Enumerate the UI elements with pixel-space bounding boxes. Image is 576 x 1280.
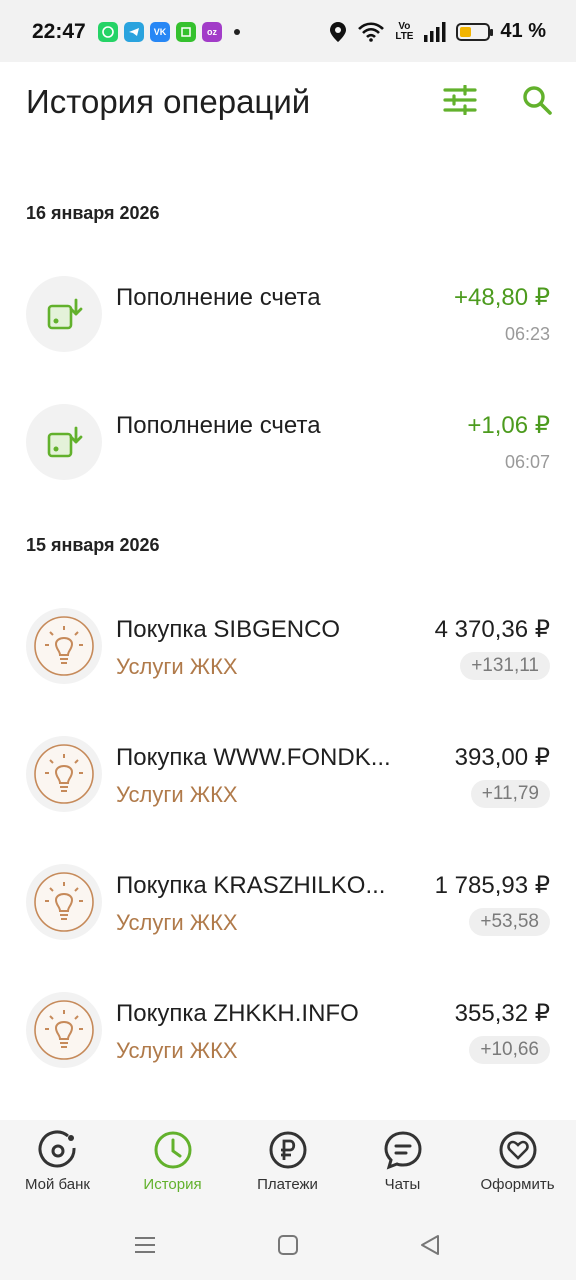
- page-title: История операций: [26, 83, 311, 120]
- filter-sliders-icon: [443, 85, 477, 115]
- transaction-title: Покупка SIBGENCO: [116, 616, 341, 643]
- nav-label: Платежи: [257, 1176, 318, 1193]
- status-bar: 22:47 VK oz Vo LTE 41 %: [0, 0, 576, 62]
- heart-icon: [498, 1130, 538, 1170]
- cashback-badge: +53,58: [469, 908, 550, 936]
- transaction-title: Пополнение счета: [116, 412, 321, 439]
- cashback-badge: +10,66: [469, 1036, 550, 1064]
- nav-label: Чаты: [384, 1176, 421, 1193]
- ozon-icon: oz: [202, 22, 222, 42]
- app-green-icon: [176, 22, 196, 42]
- signal-icon: [424, 21, 446, 42]
- home-square-icon: [278, 1235, 298, 1255]
- transaction-category: Услуги ЖКХ: [116, 1038, 238, 1063]
- lightbulb-icon: [34, 616, 94, 676]
- transaction-avatar: [26, 736, 102, 812]
- transaction-avatar: [26, 864, 102, 940]
- nav-label: История: [143, 1176, 202, 1193]
- transaction-row[interactable]: Покупка KRASZHILKO... Услуги ЖКХ 1 785,9…: [0, 864, 576, 964]
- date-header: 15 января 2026: [26, 535, 160, 555]
- battery-percent: 41 %: [500, 20, 546, 42]
- my-bank-icon: [38, 1130, 78, 1170]
- transaction-amount: +1,06 ₽: [467, 412, 550, 439]
- more-notifications-dot: [234, 29, 240, 35]
- telegram-icon: [124, 22, 144, 42]
- vk-icon: VK: [150, 22, 170, 42]
- search-icon: [523, 86, 552, 115]
- notification-icons: VK oz: [98, 22, 240, 42]
- transaction-row[interactable]: Покупка WWW.FONDK... Услуги ЖКХ 393,00 ₽…: [0, 736, 576, 836]
- bottom-nav: Мой банк История Платежи Чаты Оформить: [0, 1120, 576, 1210]
- back-button[interactable]: [415, 1230, 445, 1260]
- nav-label: Оформить: [480, 1176, 555, 1193]
- transaction-amount: +48,80 ₽: [453, 284, 550, 311]
- transaction-avatar: [26, 404, 102, 480]
- system-nav-bar: [0, 1210, 576, 1280]
- transaction-avatar: [26, 608, 102, 684]
- battery-icon: [456, 22, 494, 41]
- menu-button[interactable]: [130, 1230, 160, 1260]
- lightbulb-icon: [34, 744, 94, 804]
- transaction-avatar: [26, 992, 102, 1068]
- nav-history[interactable]: История: [115, 1130, 230, 1193]
- transaction-category: Услуги ЖКХ: [116, 910, 238, 935]
- cashback-badge: +131,11: [460, 652, 550, 680]
- back-triangle-icon: [421, 1235, 439, 1255]
- transaction-amount: 4 370,36 ₽: [434, 616, 550, 643]
- transaction-category: Услуги ЖКХ: [116, 654, 238, 679]
- ruble-icon: [268, 1130, 308, 1170]
- transaction-row[interactable]: Покупка SIBGENCO Услуги ЖКХ 4 370,36 ₽ +…: [0, 608, 576, 708]
- transaction-time: 06:23: [504, 324, 550, 344]
- lightbulb-icon: [34, 872, 94, 932]
- transaction-title: Покупка KRASZHILKO...: [116, 872, 386, 899]
- whatsapp-icon: [98, 22, 118, 42]
- clock-icon: [153, 1130, 193, 1170]
- status-time: 22:47: [32, 20, 86, 43]
- nav-apply[interactable]: Оформить: [460, 1130, 575, 1193]
- transaction-title: Покупка ZHKKH.INFO: [116, 1000, 359, 1027]
- transaction-title: Покупка WWW.FONDK...: [116, 744, 391, 771]
- transaction-amount: 393,00 ₽: [454, 744, 550, 771]
- home-button[interactable]: [273, 1230, 303, 1260]
- transaction-row[interactable]: Пополнение счета +48,80 ₽ 06:23: [0, 276, 576, 376]
- transaction-avatar: [26, 276, 102, 352]
- location-icon: [330, 21, 347, 42]
- search-button[interactable]: [515, 78, 559, 122]
- transaction-row[interactable]: Покупка ZHKKH.INFO Услуги ЖКХ 355,32 ₽ +…: [0, 992, 576, 1092]
- date-header: 16 января 2026: [26, 203, 160, 223]
- status-right: Vo LTE 41 %: [328, 20, 546, 43]
- chat-icon: [383, 1130, 423, 1170]
- transaction-row[interactable]: Пополнение счета +1,06 ₽ 06:07: [0, 404, 576, 504]
- nav-my-bank[interactable]: Мой банк: [0, 1130, 115, 1193]
- transaction-category: Услуги ЖКХ: [116, 782, 238, 807]
- transaction-time: 06:07: [504, 452, 550, 472]
- cashback-badge: +11,79: [470, 780, 550, 808]
- wifi-icon: [358, 21, 385, 42]
- wallet-deposit-icon: [47, 298, 83, 330]
- battery-level: [460, 26, 472, 37]
- filter-button[interactable]: [438, 78, 482, 122]
- nav-chats[interactable]: Чаты: [345, 1130, 460, 1193]
- transaction-amount: 1 785,93 ₽: [434, 872, 550, 899]
- transaction-title: Пополнение счета: [116, 284, 321, 311]
- volte-indicator: Vo LTE: [395, 20, 414, 42]
- wallet-deposit-icon: [47, 426, 83, 458]
- nav-label: Мой банк: [25, 1176, 90, 1193]
- lightbulb-icon: [34, 1000, 94, 1060]
- transaction-amount: 355,32 ₽: [454, 1000, 550, 1027]
- nav-payments[interactable]: Платежи: [230, 1130, 345, 1193]
- menu-icon: [135, 1237, 155, 1253]
